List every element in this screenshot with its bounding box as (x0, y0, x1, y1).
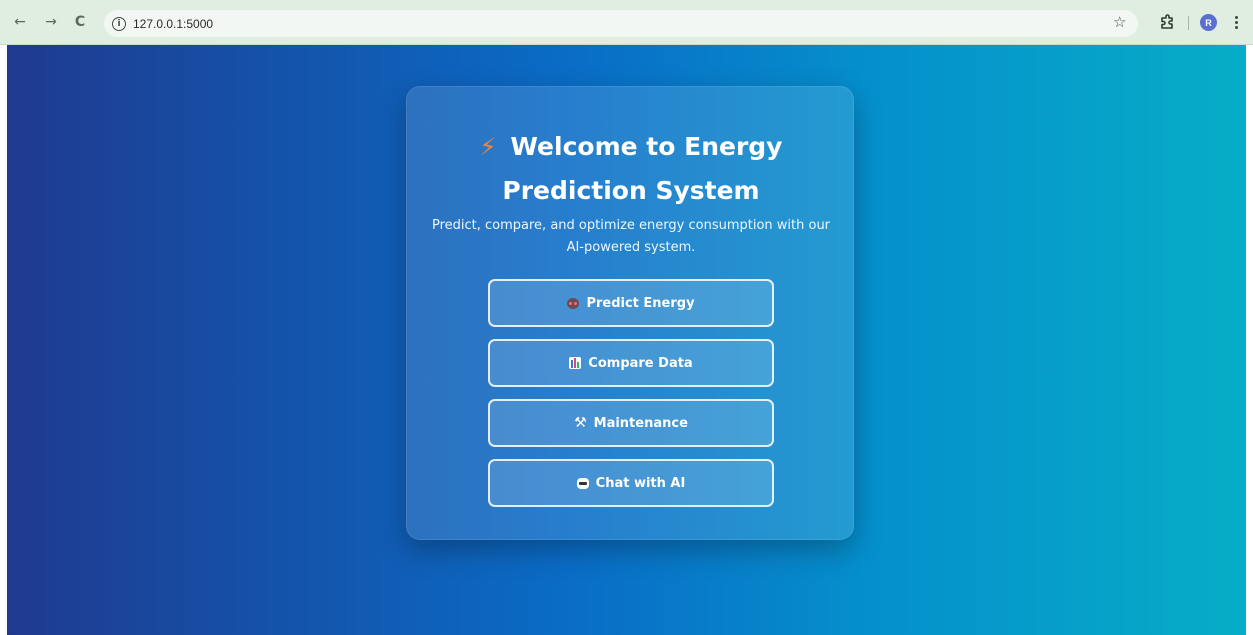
back-arrow-icon[interactable]: ← (10, 12, 30, 32)
reload-icon[interactable]: C (70, 12, 90, 32)
bot-icon (576, 477, 589, 489)
chat-with-ai-label: Chat with AI (595, 475, 686, 491)
site-info-icon[interactable]: i (112, 16, 126, 31)
welcome-card: ⚡︎ Welcome to Energy Prediction System Pr… (406, 86, 854, 540)
predict-energy-button[interactable]: Predict Energy (488, 279, 774, 327)
url-text[interactable]: 127.0.0.1:5000 (133, 17, 213, 31)
lightning-bolt-icon: ⚡︎ (479, 133, 497, 161)
forward-arrow-icon[interactable]: → (41, 12, 61, 32)
bar-chart-icon (569, 357, 582, 369)
subtitle: Predict, compare, and optimize energy co… (431, 218, 831, 255)
address-bar[interactable]: i 127.0.0.1:5000 (104, 10, 1138, 37)
title-text: Welcome to Energy Prediction System (502, 132, 783, 205)
maintenance-button[interactable]: ⚒︎ Maintenance (488, 399, 774, 447)
toolbar-divider (1188, 16, 1189, 30)
robot-face-icon (567, 297, 580, 309)
browser-toolbar: ← → C i 127.0.0.1:5000 ☆ R (0, 0, 1253, 45)
compare-data-button[interactable]: Compare Data (488, 339, 774, 387)
chat-with-ai-button[interactable]: Chat with AI (488, 459, 774, 507)
compare-data-label: Compare Data (588, 355, 693, 371)
extensions-icon[interactable] (1158, 13, 1176, 31)
page-background: ⚡︎ Welcome to Energy Prediction System Pr… (7, 45, 1246, 635)
predict-energy-label: Predict Energy (586, 295, 695, 311)
profile-avatar[interactable]: R (1200, 14, 1217, 31)
menu-icon[interactable] (1228, 12, 1244, 32)
maintenance-label: Maintenance (593, 415, 688, 431)
page-title: ⚡︎ Welcome to Energy Prediction System (407, 125, 855, 212)
hammer-wrench-icon: ⚒︎ (574, 415, 587, 431)
bookmark-star-icon[interactable]: ☆ (1113, 13, 1126, 31)
